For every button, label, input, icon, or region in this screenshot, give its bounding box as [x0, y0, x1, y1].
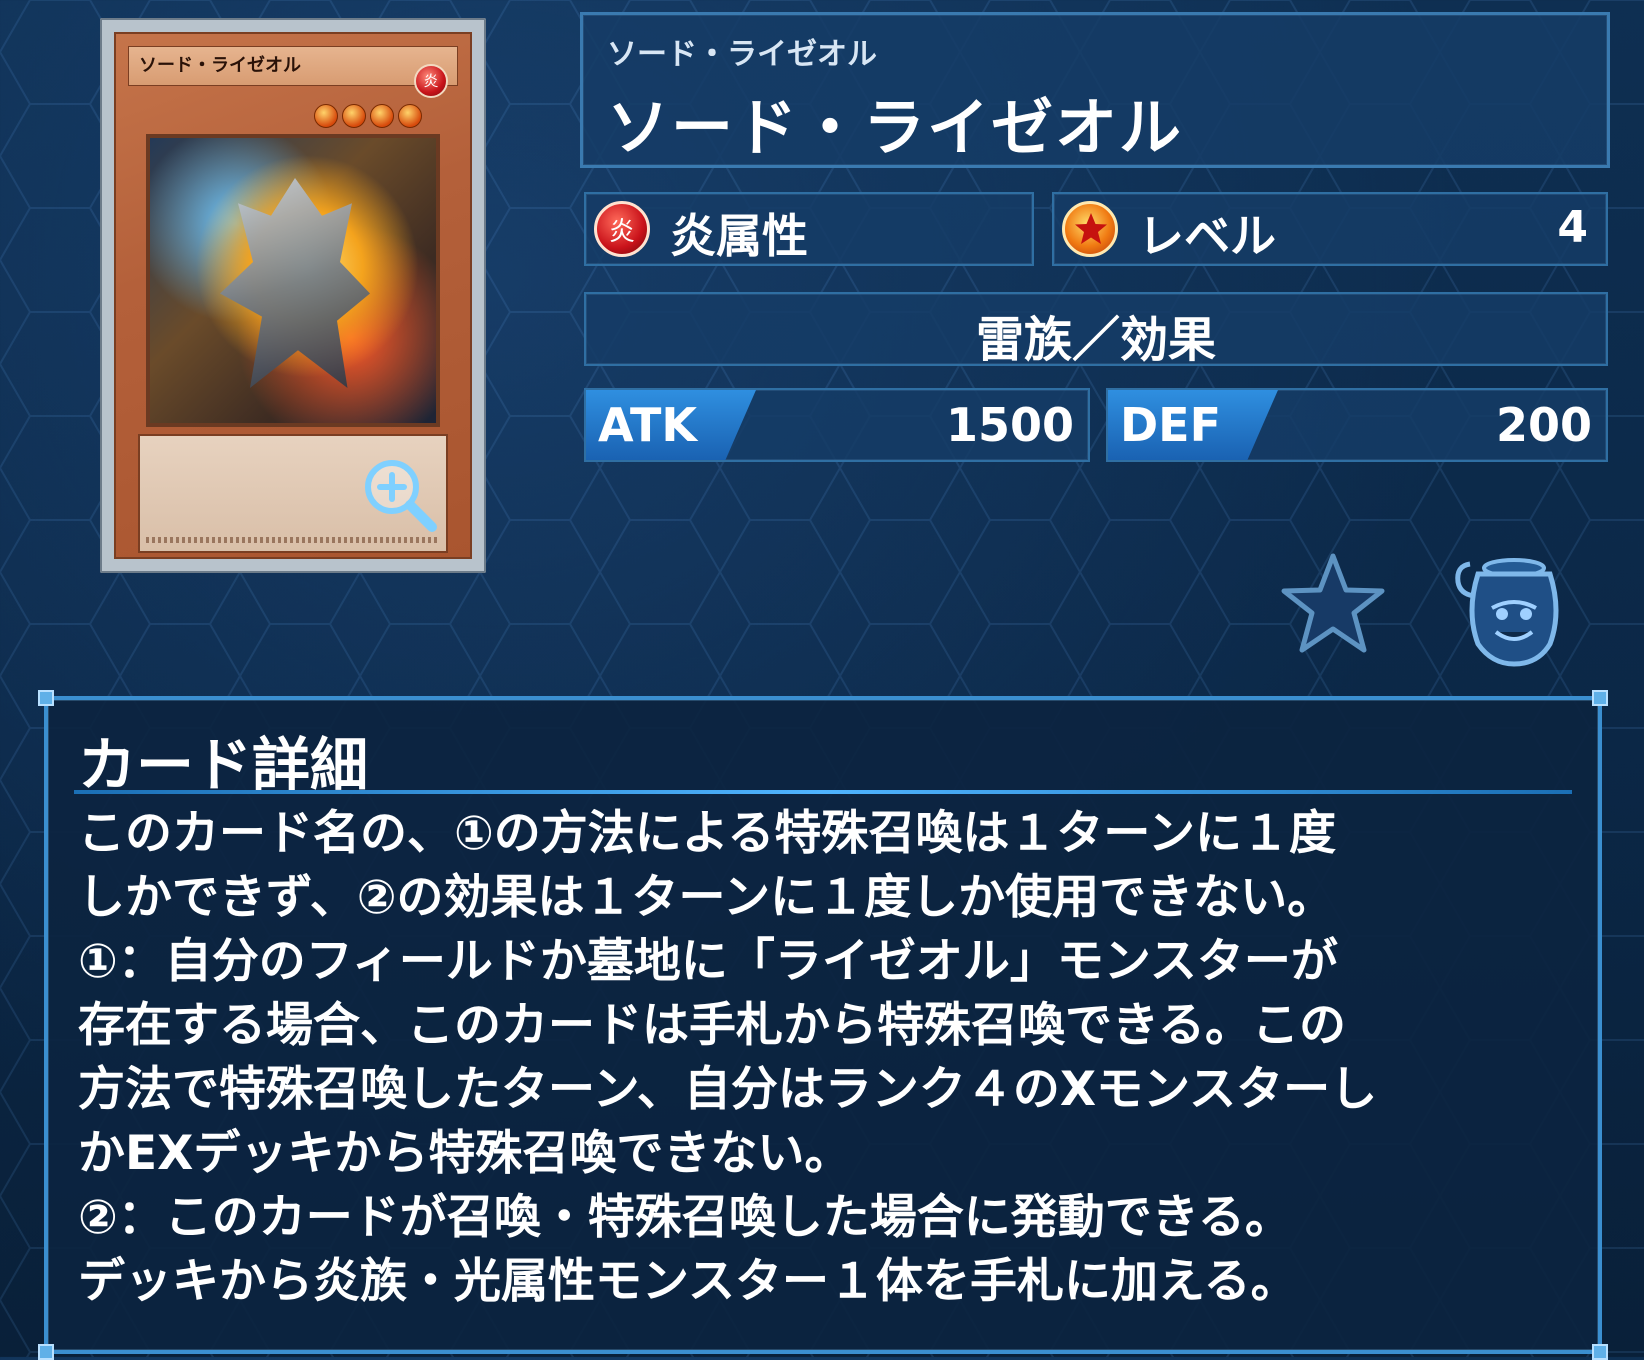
attribute-panel: 炎 炎属性 [584, 192, 1034, 266]
atk-panel: ATK 1500 [584, 388, 1090, 462]
level-star-icon [1062, 201, 1118, 257]
card-artwork-figure [220, 178, 370, 388]
zoom-in-icon[interactable] [360, 455, 440, 535]
def-label: DEF [1120, 398, 1222, 452]
effect-line: ①：自分のフィールドか墓地に「ライゼオル」モンスターが [78, 934, 1338, 989]
panel-corner [1592, 1344, 1608, 1360]
fire-attribute-icon: 炎 [594, 201, 650, 257]
attribute-label: 炎属性 [670, 209, 808, 263]
level-star-icon [370, 104, 394, 128]
effect-line: デッキから炎族・光属性モンスター１体を手札に加える。 [78, 1254, 1298, 1309]
effect-line: 存在する場合、このカードは手札から特殊召喚できる。この [78, 998, 1347, 1053]
card-image-level-stars [314, 104, 422, 128]
effect-line: このカード名の、①の方法による特殊召喚は１ターンに１度 [78, 806, 1337, 861]
panel-corner [38, 1344, 54, 1360]
type-panel: 雷族／効果 [584, 292, 1608, 368]
card-image-name: ソード・ライゼオル [128, 46, 458, 86]
atk-label: ATK [598, 398, 698, 452]
atk-value: 1500 [945, 398, 1074, 452]
level-panel: レベル 4 [1052, 192, 1608, 266]
card-name: ソード・ライゼオル [607, 91, 1184, 164]
effect-line: しかできず、②の効果は１ターンに１度しか使用できない。 [78, 870, 1335, 925]
card-image-copyright [146, 537, 440, 543]
card-image-attribute-icon: 炎 [414, 64, 448, 98]
card-effect-text: このカード名の、①の方法による特殊召喚は１ターンに１度 しかできず、②の効果は１… [78, 802, 1578, 1314]
level-label: レベル [1138, 209, 1276, 263]
star-icon[interactable] [1278, 550, 1388, 660]
level-star-icon [314, 104, 338, 128]
panel-corner [38, 690, 54, 706]
card-artwork [146, 134, 440, 427]
card-detail-panel: カード詳細 このカード名の、①の方法による特殊召喚は１ターンに１度 しかできず、… [38, 690, 1608, 1360]
level-value: 4 [1557, 202, 1588, 253]
panel-corner [1592, 690, 1608, 706]
effect-line: かEXデッキから特殊召喚できない。 [78, 1126, 852, 1181]
effect-line: 方法で特殊召喚したターン、自分はランク４のXモンスターし [78, 1062, 1378, 1117]
def-panel: DEF 200 [1106, 388, 1608, 462]
level-star-icon [342, 104, 366, 128]
level-star-icon [398, 104, 422, 128]
card-name-panel: ソード・ライゼオル ソード・ライゼオル [580, 12, 1610, 168]
detail-divider [74, 790, 1572, 794]
monster-type: 雷族／効果 [975, 312, 1216, 368]
effect-line: ②：このカードが召喚・特殊召喚した場合に発動できる。 [78, 1190, 1292, 1245]
card-name-ruby: ソード・ライゼオル [607, 37, 877, 72]
def-value: 200 [1495, 398, 1592, 452]
pot-of-greed-icon[interactable] [1448, 552, 1564, 670]
